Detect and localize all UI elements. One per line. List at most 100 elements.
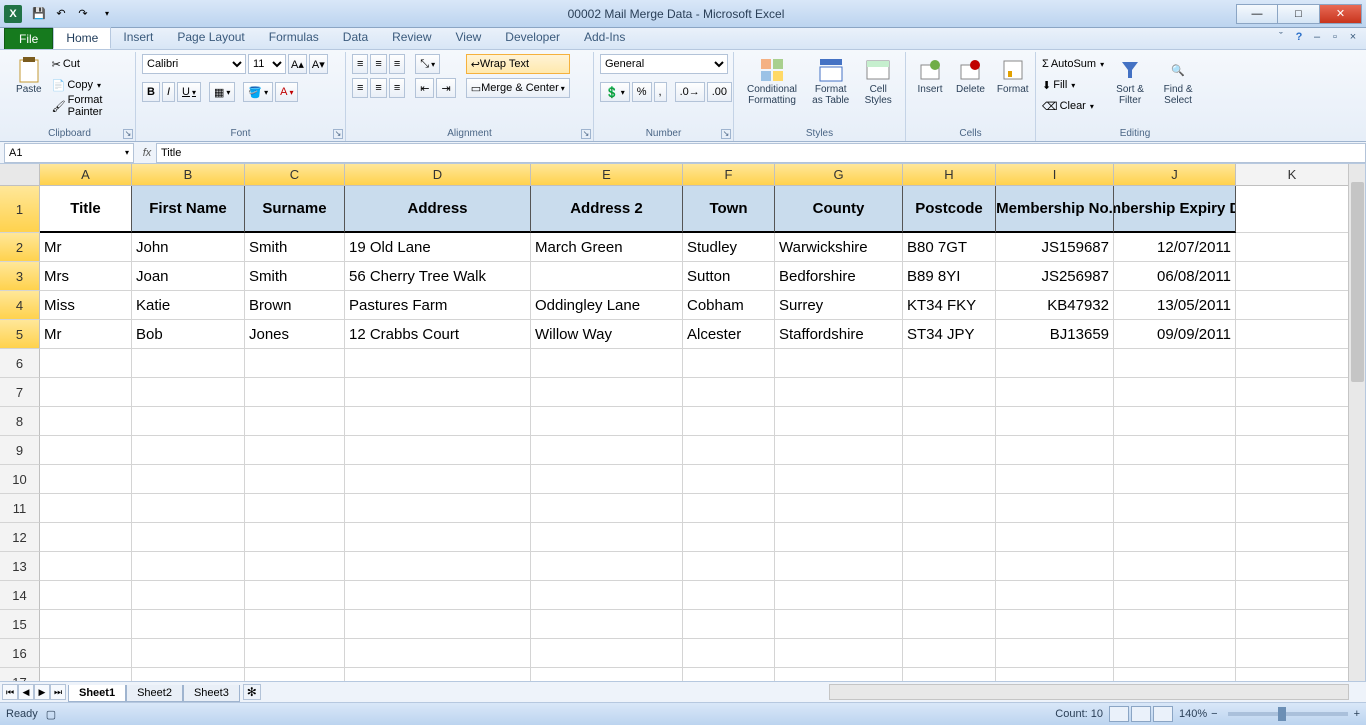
decrease-decimal-button[interactable]: .00 (707, 82, 732, 102)
header-cell[interactable]: Postcode (903, 186, 996, 233)
empty-cell[interactable] (903, 465, 996, 494)
empty-cell[interactable] (245, 407, 345, 436)
empty-cell[interactable] (683, 552, 775, 581)
row-header-1[interactable]: 1 (0, 186, 40, 233)
empty-cell[interactable] (531, 465, 683, 494)
new-sheet-button[interactable]: ✻ (243, 684, 261, 700)
empty-cell[interactable] (683, 465, 775, 494)
delete-cells-button[interactable]: Delete (952, 54, 989, 97)
empty-cell[interactable] (683, 610, 775, 639)
empty-cell[interactable] (132, 494, 245, 523)
empty-cell[interactable] (345, 436, 531, 465)
page-break-view-button[interactable] (1153, 706, 1173, 722)
shrink-font-button[interactable]: A▾ (309, 54, 328, 74)
data-cell[interactable]: 06/08/2011 (1114, 262, 1236, 291)
empty-cell[interactable] (903, 523, 996, 552)
column-header-F[interactable]: F (683, 164, 775, 186)
decrease-indent-button[interactable]: ⇤ (415, 78, 434, 98)
data-cell[interactable]: John (132, 233, 245, 262)
empty-cell[interactable] (40, 523, 132, 552)
empty-cell[interactable] (903, 436, 996, 465)
empty-cell[interactable] (245, 349, 345, 378)
row-header-13[interactable]: 13 (0, 552, 40, 581)
data-cell[interactable]: Mr (40, 233, 132, 262)
font-color-button[interactable]: A▾ (275, 82, 298, 102)
window-close-icon[interactable]: × (1346, 30, 1360, 44)
data-cell[interactable]: Surrey (775, 291, 903, 320)
column-header-E[interactable]: E (531, 164, 683, 186)
empty-cell[interactable] (903, 494, 996, 523)
data-cell[interactable]: 13/05/2011 (1114, 291, 1236, 320)
data-cell[interactable]: ST34 JPY (903, 320, 996, 349)
row-header-16[interactable]: 16 (0, 639, 40, 668)
empty-cell[interactable] (132, 581, 245, 610)
number-dialog-launcher[interactable]: ↘ (721, 129, 731, 139)
empty-cell[interactable] (40, 668, 132, 681)
empty-cell[interactable] (775, 523, 903, 552)
empty-cell[interactable] (1114, 465, 1236, 494)
empty-cell[interactable] (996, 610, 1114, 639)
empty-cell[interactable] (903, 639, 996, 668)
sort-filter-button[interactable]: Sort & Filter (1108, 54, 1152, 108)
data-cell[interactable]: Jones (245, 320, 345, 349)
column-headers[interactable]: ABCDEFGHIJK (40, 164, 1349, 186)
empty-cell[interactable] (245, 378, 345, 407)
empty-cell[interactable] (40, 639, 132, 668)
empty-cell[interactable] (775, 349, 903, 378)
paste-button[interactable]: Paste (10, 54, 48, 97)
column-header-A[interactable]: A (40, 164, 132, 186)
empty-cell[interactable] (345, 407, 531, 436)
empty-cell[interactable] (1114, 378, 1236, 407)
empty-cell[interactable] (996, 494, 1114, 523)
empty-cell[interactable] (775, 581, 903, 610)
data-cell[interactable]: Sutton (683, 262, 775, 291)
empty-cell[interactable] (531, 494, 683, 523)
italic-button[interactable]: I (162, 82, 175, 102)
data-cell[interactable]: B80 7GT (903, 233, 996, 262)
sheet-tab-sheet3[interactable]: Sheet3 (183, 685, 240, 702)
row-header-11[interactable]: 11 (0, 494, 40, 523)
data-cell[interactable]: March Green (531, 233, 683, 262)
empty-cell[interactable] (1114, 436, 1236, 465)
empty-cell[interactable] (345, 494, 531, 523)
empty-cell[interactable] (1114, 639, 1236, 668)
number-format-select[interactable]: General (600, 54, 728, 74)
qat-customize-icon[interactable]: ▾ (98, 5, 116, 23)
empty-cell[interactable] (775, 436, 903, 465)
empty-cell[interactable] (245, 610, 345, 639)
data-cell[interactable]: Staffordshire (775, 320, 903, 349)
empty-cell[interactable] (1114, 668, 1236, 681)
empty-cell[interactable] (40, 436, 132, 465)
fill-button[interactable]: ⬇Fill▾ (1042, 75, 1104, 95)
cells-area[interactable]: TitleFirst NameSurnameAddressAddress 2To… (40, 186, 1349, 681)
header-cell[interactable]: Town (683, 186, 775, 233)
tab-insert[interactable]: Insert (111, 27, 165, 49)
empty-cell[interactable] (531, 349, 683, 378)
column-header-C[interactable]: C (245, 164, 345, 186)
minimize-button[interactable]: — (1236, 4, 1278, 24)
empty-cell[interactable] (1236, 581, 1349, 610)
empty-cell[interactable] (40, 349, 132, 378)
empty-cell[interactable] (245, 668, 345, 681)
empty-cell[interactable] (683, 378, 775, 407)
empty-cell[interactable] (996, 639, 1114, 668)
empty-cell[interactable] (531, 407, 683, 436)
data-cell[interactable]: B89 8YI (903, 262, 996, 291)
header-cell[interactable]: Address (345, 186, 531, 233)
empty-cell[interactable] (132, 668, 245, 681)
fill-color-button[interactable]: 🪣▾ (243, 82, 273, 102)
save-icon[interactable]: 💾 (30, 5, 48, 23)
empty-cell[interactable] (996, 349, 1114, 378)
data-cell[interactable]: Alcester (683, 320, 775, 349)
empty-cell[interactable] (683, 581, 775, 610)
data-cell[interactable]: BJ13659 (996, 320, 1114, 349)
row-header-14[interactable]: 14 (0, 581, 40, 610)
macro-record-icon[interactable]: ▢ (46, 708, 56, 721)
empty-cell[interactable] (132, 349, 245, 378)
empty-cell[interactable] (40, 610, 132, 639)
data-cell[interactable]: 56 Cherry Tree Walk (345, 262, 531, 291)
column-header-H[interactable]: H (903, 164, 996, 186)
empty-cell[interactable] (903, 552, 996, 581)
empty-cell[interactable] (40, 581, 132, 610)
empty-cell[interactable] (996, 407, 1114, 436)
